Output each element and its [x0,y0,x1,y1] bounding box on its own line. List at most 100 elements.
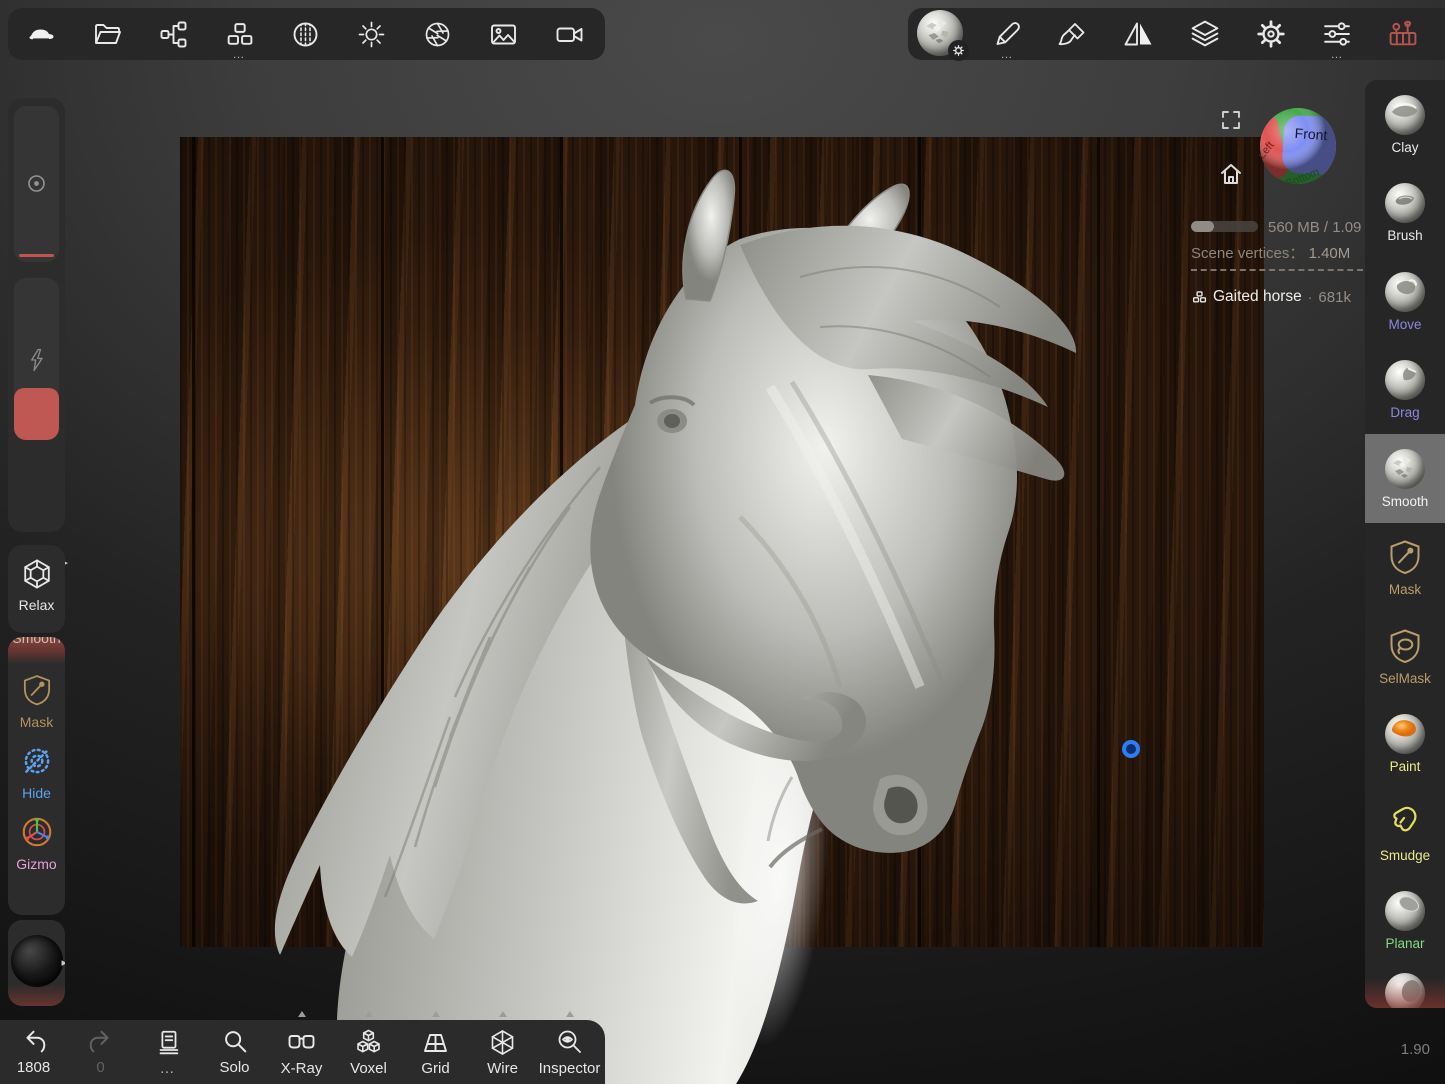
grid-button[interactable]: Grid [402,1020,469,1084]
undo-count: 1808 [17,1060,50,1075]
tool-smooth-label: Smooth [1382,495,1429,509]
object-row[interactable]: Gaited horse · 681k [1191,288,1351,306]
mask-tool-icon [1385,537,1425,577]
hide-dotted-icon [19,743,55,779]
hide-shortcut[interactable]: Hide [8,743,65,801]
voxel-label: Voxel [350,1061,387,1076]
inspector-button[interactable]: Inspector [536,1020,603,1084]
history-more: … [160,1061,176,1076]
tool-move[interactable]: Move [1365,257,1445,346]
tool-mask-label: Mask [1389,583,1421,597]
solo-magnifier-icon [220,1027,250,1057]
tool-brush-label: Brush [1387,229,1422,243]
gizmo-shortcut[interactable]: Gizmo [8,814,65,872]
voxel-button[interactable]: Voxel [335,1020,402,1084]
tool-smudge[interactable]: Smudge [1365,788,1445,877]
voxel-menu-arrow [365,1011,373,1017]
gizmo-shortcut-label: Gizmo [8,856,65,872]
memory-usage-fill [1191,221,1214,232]
camera-button[interactable] [536,8,602,60]
interface-button[interactable]: … [1304,8,1370,60]
background-button[interactable] [470,8,536,60]
object-vertex-count: 681k [1318,289,1351,306]
smudge-tool-icon [1385,803,1425,843]
material-panel-scroll-hint [8,984,65,1006]
undo-button[interactable]: 1808 [0,1020,67,1084]
material-ball[interactable] [11,935,63,987]
tool-smooth[interactable]: Smooth [1365,434,1445,523]
wire-menu-arrow [499,1011,507,1017]
xray-menu-arrow [298,1011,306,1017]
painting-button[interactable] [1040,8,1106,60]
topology-more: … [206,48,272,60]
planar-tool-icon [1385,891,1425,931]
material-button[interactable] [272,8,338,60]
grid-menu-arrow [432,1011,440,1017]
xray-glasses-icon [286,1027,317,1058]
symmetry-button[interactable] [1106,8,1172,60]
scene-graph-icon [158,19,189,50]
home-view-button[interactable] [1217,160,1245,188]
toolbox-icon [1387,18,1419,50]
scene-graph-button[interactable] [140,8,206,60]
topology-button[interactable]: … [206,8,272,60]
scene-vertices-value: 1.40M [1309,245,1351,262]
tool-settings-badge [948,40,969,61]
tool-selmask[interactable]: SelMask [1365,611,1445,700]
tool-mask[interactable]: Mask [1365,523,1445,612]
intensity-slider-value [14,388,59,440]
object-separator: · [1308,289,1313,305]
radius-slider[interactable] [14,106,59,262]
voxel-cubes-icon [353,1027,384,1058]
fullscreen-button[interactable] [1219,108,1243,132]
layers-button[interactable] [1172,8,1238,60]
wire-button[interactable]: Wire [469,1020,536,1084]
settings-button[interactable] [1238,8,1304,60]
xray-button[interactable]: X-Ray [268,1020,335,1084]
mask-shortcut[interactable]: Mask [8,672,65,730]
tool-brush[interactable]: Brush [1365,169,1445,258]
tool-planar-label: Planar [1385,937,1424,951]
horse-sculpture-model[interactable] [180,137,1265,1084]
nomad-logo-button[interactable] [8,8,74,60]
redo-button[interactable]: 0 [67,1020,134,1084]
info-separator [1191,269,1363,271]
relax-web-icon [20,557,54,591]
files-button[interactable] [74,8,140,60]
lighting-button[interactable] [338,8,404,60]
redo-icon [86,1027,116,1057]
wire-label: Wire [487,1061,518,1076]
material-expand-chevron[interactable]: ▸ [61,958,65,969]
solo-button[interactable]: Solo [201,1020,268,1084]
relax-panel[interactable]: Relax [8,545,65,633]
postprocess-button[interactable] [404,8,470,60]
tool-drag[interactable]: Drag [1365,346,1445,435]
hide-shortcut-label: Hide [8,785,65,801]
gear-icon [1255,18,1287,50]
wireframe-icon [487,1027,518,1058]
history-button[interactable]: … [134,1020,201,1084]
nomad-sculpt-app: Front Left Bottom 560 MB / 1.09 GB Scene… [0,0,1445,1084]
move-tool-icon [1385,272,1425,312]
scrolled-tool-item[interactable]: Smooth [8,637,65,664]
tool-paint[interactable]: Paint [1365,700,1445,789]
tool-clay[interactable]: Clay [1365,80,1445,169]
intensity-slider[interactable] [14,278,59,440]
folder-icon [92,19,123,50]
scene-vertices-label: Scene vertices： [1191,245,1304,262]
stroke-button[interactable]: … [974,8,1040,60]
mask-shortcut-label: Mask [8,714,65,730]
material-panel[interactable]: ▸ [8,920,65,1006]
mask-shield-icon [19,672,55,708]
topology-blocks-icon [224,19,255,50]
active-tool-button[interactable] [908,8,974,60]
object-name: Gaited horse [1213,288,1302,306]
brush-cursor [1122,740,1140,758]
toolbox-button[interactable] [1370,8,1436,60]
orientation-sphere[interactable]: Front Left Bottom [1259,107,1337,185]
memory-usage-text: 560 MB / 1.09 GB [1268,219,1365,236]
lighting-sun-icon [356,19,387,50]
selmask-tool-icon [1385,626,1425,666]
tool-planar[interactable]: Planar [1365,877,1445,966]
scene-vertices: Scene vertices： 1.40M [1191,242,1350,263]
